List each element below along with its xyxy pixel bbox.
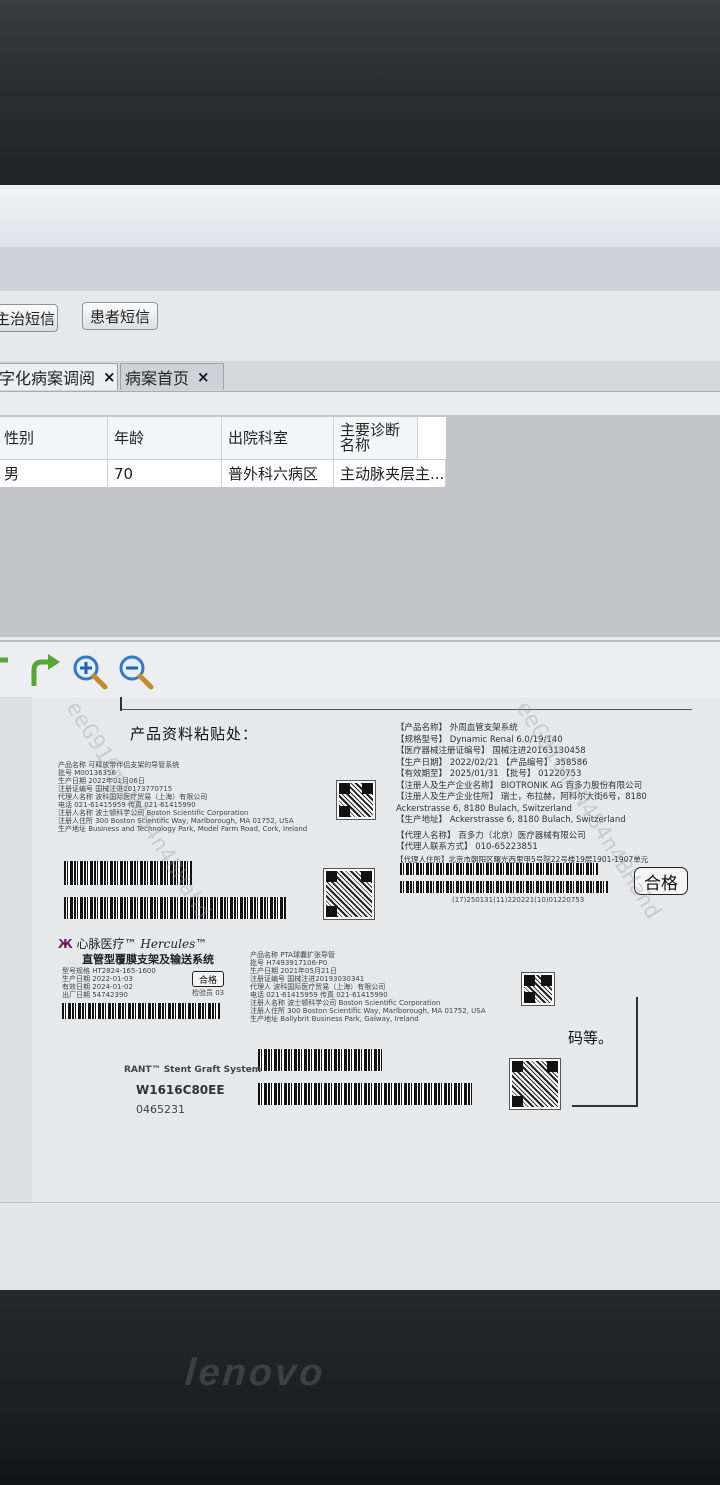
inspector-text: 检验员 03 (192, 989, 225, 997)
scanned-document-viewer[interactable]: 产品资料粘贴处： 产品名称 可释放带伴侣支架的导管系统 批号 M00136356… (0, 697, 720, 1202)
frame-line (122, 709, 692, 710)
section-title: 产品资料粘贴处： (130, 725, 259, 743)
doctor-sms-button[interactable]: 主治短信 (0, 304, 58, 332)
zoom-out-icon[interactable] (118, 654, 154, 690)
brand-logo-icon: Ж (58, 937, 73, 951)
patient-grid: 性别 年龄 出院科室 主要诊断名称 男 70 普外科六病区 主动脉夹层主... (0, 417, 446, 487)
grid-header-dept[interactable]: 出院科室 (222, 417, 334, 459)
mid-label-brand: Ж 心脉医疗™ Hercules™ (58, 937, 208, 951)
monitor-bezel-bottom (0, 1290, 720, 1485)
grid-cell-diagnosis[interactable]: 主动脉夹层主... (334, 459, 446, 487)
barcode (400, 863, 598, 875)
mid-label-product: 直管型覆膜支架及输送系统 (82, 953, 214, 966)
grid-cell-dept[interactable]: 普外科六病区 (222, 459, 334, 487)
barcode (258, 1049, 382, 1071)
toolbar: 主治短信 患者短信 (0, 291, 720, 361)
grid-cell-age[interactable]: 70 (108, 459, 222, 487)
image-viewer-toolbar (0, 640, 720, 699)
tab-label: 病案首页 (125, 369, 190, 388)
frame-line (572, 1105, 638, 1107)
close-icon[interactable]: × (197, 368, 210, 386)
graft-system-text: RANT™ Stent Graft System (124, 1065, 262, 1075)
grid-header-diagnosis[interactable]: 主要诊断名称 (334, 417, 418, 459)
qr-code (521, 972, 555, 1006)
screen: 主治短信 患者短信 字化病案调阅 × 病案首页 × 性别 年龄 出院科室 主要诊… (0, 185, 720, 1290)
mid-stamp: 合格 (192, 971, 224, 987)
frame-line (636, 997, 638, 1107)
tab-digital-record[interactable]: 字化病案调阅 × (0, 363, 118, 390)
monitor-brand-logo: lenovo (183, 1352, 327, 1394)
tab-strip: 字化病案调阅 × 病案首页 × (0, 361, 720, 392)
window-title-bar (0, 185, 720, 248)
rotate-left-icon[interactable] (0, 654, 14, 688)
rotate-right-icon[interactable] (28, 652, 62, 688)
tab-label: 字化病案调阅 (0, 369, 96, 388)
qr-code (336, 780, 376, 820)
barcode (62, 1003, 220, 1019)
grid-header-age[interactable]: 年龄 (108, 417, 222, 459)
grid-header-gender[interactable]: 性别 (0, 417, 108, 459)
viewer-footer (0, 1202, 720, 1290)
qr-code (323, 868, 375, 920)
monitor-bezel-top (0, 0, 720, 190)
scanned-document-page: 产品资料粘贴处： 产品名称 可释放带伴侣支架的导管系统 批号 M00136356… (32, 697, 720, 1202)
mid-label-fields: 型号规格 HT2824-165-1600 生产日期 2022-01-03 有效日… (62, 967, 156, 999)
patient-sms-button[interactable]: 患者短信 (82, 302, 158, 330)
barcode (400, 881, 608, 893)
barcode (64, 897, 286, 919)
product-label-2: 产品名称 PTA球囊扩张导管 批号 H7493917106-P0 生产日期 20… (250, 951, 486, 1023)
qr-code (509, 1058, 561, 1110)
barcode (258, 1083, 472, 1105)
grid-cell-gender[interactable]: 男 (0, 459, 108, 487)
zoom-in-icon[interactable] (72, 654, 108, 690)
serial-text-2: 0465231 (136, 1103, 185, 1116)
serial-text: W1616C80EE (136, 1083, 225, 1097)
close-icon[interactable]: × (103, 368, 116, 386)
barcode-caption: (17)250131(11)220221(10)01220753 (452, 896, 585, 904)
header-band (0, 247, 720, 292)
tab-record-homepage[interactable]: 病案首页 × (120, 363, 224, 390)
partial-text: 码等。 (568, 1029, 614, 1047)
